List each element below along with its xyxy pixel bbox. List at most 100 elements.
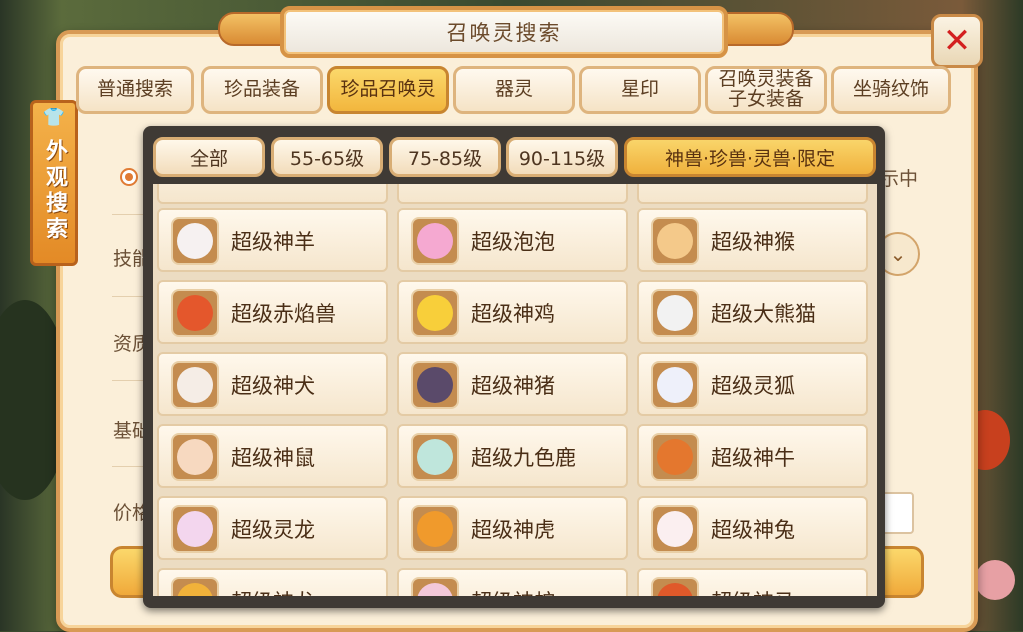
pet-name: 超级神蛇 xyxy=(471,586,555,596)
dragon-icon xyxy=(171,505,219,553)
pet-item[interactable]: 超级神猪 xyxy=(397,352,628,416)
level-filter-0[interactable]: 全部 xyxy=(153,137,265,177)
tab-label: 器灵 xyxy=(494,78,533,101)
pet-portrait xyxy=(657,367,693,403)
pig-icon xyxy=(411,361,459,409)
pet-portrait xyxy=(177,367,213,403)
rabbit-icon xyxy=(651,505,699,553)
tab-label: 珍品装备 xyxy=(223,78,300,101)
pet-portrait xyxy=(417,439,453,475)
horse-icon xyxy=(651,577,699,596)
radio-option[interactable] xyxy=(120,168,138,186)
pet-item-scrolled[interactable] xyxy=(637,184,868,204)
pet-portrait xyxy=(177,583,213,596)
pet-item-scrolled[interactable] xyxy=(397,184,628,204)
level-filter-2[interactable]: 75-85级 xyxy=(389,137,501,177)
pet-name: 超级神牛 xyxy=(711,446,795,470)
tab-2[interactable]: 珍品召唤灵 xyxy=(327,66,449,114)
chevron-down-icon: ⌄ xyxy=(889,242,907,266)
pet-portrait xyxy=(417,511,453,547)
pet-grid[interactable]: 超级神羊 超级泡泡 超级神猴超级赤焰兽 超级神鸡 超级大熊猫超级神犬 超级神猪 超级灵狐超级… xyxy=(153,184,877,596)
sheep-icon xyxy=(171,217,219,265)
pet-item[interactable]: 超级神蛇 xyxy=(397,568,628,596)
pet-name: 超级赤焰兽 xyxy=(231,302,336,326)
tab-5[interactable]: 召唤灵装备 子女装备 xyxy=(705,66,827,114)
pet-portrait xyxy=(177,223,213,259)
pet-portrait xyxy=(657,439,693,475)
pet-item-scrolled[interactable] xyxy=(157,184,388,204)
tab-0[interactable]: 普通搜索 xyxy=(76,66,194,114)
pet-name: 超级神马 xyxy=(711,586,795,596)
dragon-icon xyxy=(171,577,219,596)
mouse-icon xyxy=(171,433,219,481)
tiger-icon xyxy=(411,505,459,553)
pet-name: 超级神猴 xyxy=(711,230,795,254)
appearance-search-label: 外观搜索 xyxy=(42,139,67,243)
pet-name: 超级神虎 xyxy=(471,518,555,542)
pet-item[interactable]: 超级神羊 xyxy=(157,208,388,272)
pet-item[interactable]: 超级神兔 xyxy=(637,496,868,560)
pet-item[interactable]: 超级赤焰兽 xyxy=(157,280,388,344)
pet-item[interactable]: 超级神猴 xyxy=(637,208,868,272)
dog-icon xyxy=(171,361,219,409)
level-filter-label: 75-85级 xyxy=(407,147,483,170)
tab-label: 珍品召唤灵 xyxy=(340,78,436,101)
pet-item[interactable]: 超级神龙 xyxy=(157,568,388,596)
level-filter-1[interactable]: 55-65级 xyxy=(271,137,383,177)
level-filter-label: 55-65级 xyxy=(289,147,365,170)
pet-name: 超级神鸡 xyxy=(471,302,555,326)
appearance-search-tag[interactable]: 👕 外观搜索 xyxy=(30,100,78,266)
pet-item[interactable]: 超级神鼠 xyxy=(157,424,388,488)
level-filter-3[interactable]: 90-115级 xyxy=(506,137,618,177)
pet-name: 超级神龙 xyxy=(231,586,315,596)
pet-item[interactable]: 超级神犬 xyxy=(157,352,388,416)
fox-icon xyxy=(651,361,699,409)
pet-item[interactable]: 超级泡泡 xyxy=(397,208,628,272)
pet-name: 超级泡泡 xyxy=(471,230,555,254)
tab-3[interactable]: 器灵 xyxy=(453,66,575,114)
window-title-text: 召唤灵搜索 xyxy=(446,21,562,45)
pet-name: 超级大熊猫 xyxy=(711,302,816,326)
pet-item[interactable]: 超级灵狐 xyxy=(637,352,868,416)
pet-name: 超级神鼠 xyxy=(231,446,315,470)
pet-portrait xyxy=(177,439,213,475)
pet-portrait xyxy=(657,511,693,547)
background-flower xyxy=(975,560,1015,600)
pet-name: 超级九色鹿 xyxy=(471,446,576,470)
level-filter-4[interactable]: 神兽·珍兽·灵兽·限定 xyxy=(624,137,876,177)
deer-icon xyxy=(411,433,459,481)
pet-item[interactable]: 超级大熊猫 xyxy=(637,280,868,344)
pet-portrait xyxy=(417,223,453,259)
monkey-icon xyxy=(651,217,699,265)
ox-icon xyxy=(651,433,699,481)
pet-portrait xyxy=(177,511,213,547)
tab-label: 坐骑纹饰 xyxy=(852,78,929,101)
close-button[interactable]: ✕ xyxy=(931,14,983,68)
shirt-icon: 👕 xyxy=(42,107,66,128)
bubble-icon xyxy=(411,217,459,265)
pet-portrait xyxy=(417,295,453,331)
pet-name: 超级灵龙 xyxy=(231,518,315,542)
pet-name: 超级神兔 xyxy=(711,518,795,542)
tab-label: 召唤灵装备 子女装备 xyxy=(718,68,814,110)
pet-portrait xyxy=(657,583,693,596)
panda-icon xyxy=(651,289,699,337)
pet-portrait xyxy=(657,223,693,259)
price-input[interactable] xyxy=(880,492,914,534)
pet-item[interactable]: 超级神牛 xyxy=(637,424,868,488)
pet-item[interactable]: 超级神马 xyxy=(637,568,868,596)
tab-4[interactable]: 星印 xyxy=(579,66,701,114)
pet-item[interactable]: 超级灵龙 xyxy=(157,496,388,560)
tab-label: 星印 xyxy=(620,78,659,101)
pet-item[interactable]: 超级神鸡 xyxy=(397,280,628,344)
pet-name: 超级神羊 xyxy=(231,230,315,254)
pet-item[interactable]: 超级九色鹿 xyxy=(397,424,628,488)
close-icon: ✕ xyxy=(942,21,972,61)
pet-name: 超级神犬 xyxy=(231,374,315,398)
snake-icon xyxy=(411,577,459,596)
tab-6[interactable]: 坐骑纹饰 xyxy=(831,66,951,114)
level-filter-label: 全部 xyxy=(189,147,228,170)
pet-portrait xyxy=(417,367,453,403)
tab-1[interactable]: 珍品装备 xyxy=(201,66,323,114)
pet-item[interactable]: 超级神虎 xyxy=(397,496,628,560)
